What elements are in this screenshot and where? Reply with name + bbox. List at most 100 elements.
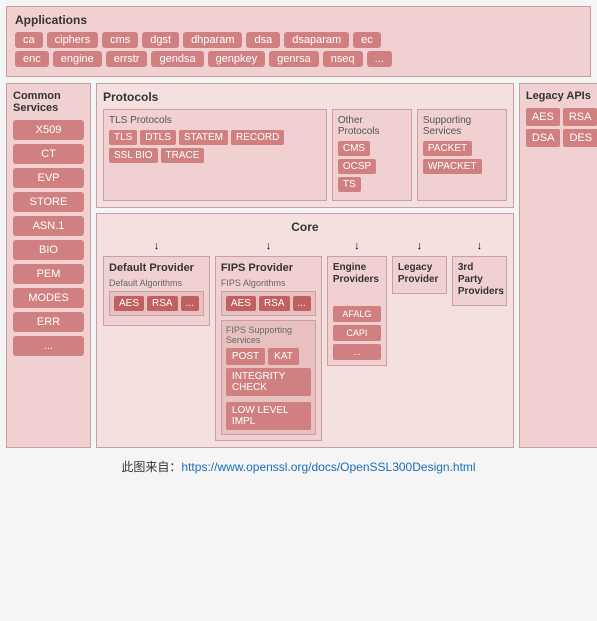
app-tag-engine[interactable]: engine: [53, 51, 102, 67]
fips-supporting-box: FIPS Supporting Services POST KAT INTEGR…: [221, 320, 316, 435]
service-err[interactable]: ERR: [13, 312, 84, 332]
proto-sslbio[interactable]: SSL BIO: [109, 148, 158, 163]
thirdparty-provider-box: 3rd Party Providers: [452, 256, 507, 306]
app-tag-dhparam[interactable]: dhparam: [183, 32, 242, 48]
supporting-row2: WPACKET: [423, 159, 501, 174]
tls-row1: TLS DTLS STATEM RECORD: [109, 130, 321, 145]
engine-providers-title: Engine Providers: [333, 262, 381, 286]
app-tag-more[interactable]: ...: [367, 51, 392, 67]
protocols-section: Protocols TLS Protocols TLS DTLS STATEM …: [96, 83, 514, 208]
legacy-dsa[interactable]: DSA: [526, 129, 561, 147]
other-row1: CMS OCSP: [338, 141, 406, 174]
arrow-legacy: ↓: [392, 240, 447, 252]
tls-row2: SSL BIO TRACE: [109, 148, 321, 163]
proto-dtls[interactable]: DTLS: [140, 130, 176, 145]
applications-row1: ca ciphers cms dgst dhparam dsa dsaparam…: [15, 32, 582, 48]
default-more[interactable]: ...: [181, 296, 199, 311]
legacy-rsa[interactable]: RSA: [563, 108, 597, 126]
service-evp[interactable]: EVP: [13, 168, 84, 188]
service-bio[interactable]: BIO: [13, 240, 84, 260]
legacy-des[interactable]: DES: [563, 129, 597, 147]
legacy-apis-panel: Legacy APIs AES RSA DH DSA DES ...: [519, 83, 597, 448]
service-modes[interactable]: MODES: [13, 288, 84, 308]
app-tag-ec[interactable]: ec: [353, 32, 381, 48]
arrow-fips: ↓: [215, 240, 322, 252]
app-tag-ciphers[interactable]: ciphers: [47, 32, 98, 48]
protocols-title: Protocols: [103, 90, 507, 104]
default-provider-subtitle: Default Algorithms: [109, 278, 204, 288]
fips-more[interactable]: ...: [293, 296, 311, 311]
engine-tags: AFALG CAPI ...: [333, 306, 381, 360]
arrow-default: ↓: [103, 240, 210, 252]
app-tag-dsa[interactable]: dsa: [246, 32, 280, 48]
app-tag-dgst[interactable]: dgst: [142, 32, 179, 48]
footer-text: 此图来自：: [121, 460, 181, 474]
app-tag-errstr[interactable]: errstr: [106, 51, 148, 67]
app-tag-genpkey[interactable]: genpkey: [208, 51, 266, 67]
fips-lowlevel[interactable]: LOW LEVEL IMPL: [226, 402, 311, 430]
content-area: Common Services X509 CT EVP STORE ASN.1 …: [6, 83, 591, 448]
fips-provider-subtitle: FIPS Algorithms: [221, 278, 316, 288]
service-more[interactable]: ...: [13, 336, 84, 356]
proto-statem[interactable]: STATEM: [179, 130, 228, 145]
service-ct[interactable]: CT: [13, 144, 84, 164]
applications-title: Applications: [15, 13, 582, 27]
fips-algos: AES RSA ...: [226, 296, 311, 311]
proto-wpacket[interactable]: WPACKET: [423, 159, 482, 174]
main-container: Applications ca ciphers cms dgst dhparam…: [0, 0, 597, 485]
app-tag-gendsa[interactable]: gendsa: [151, 51, 203, 67]
app-tag-genrsa[interactable]: genrsa: [269, 51, 319, 67]
app-tag-dsaparam[interactable]: dsaparam: [284, 32, 349, 48]
service-pem[interactable]: PEM: [13, 264, 84, 284]
default-aes[interactable]: AES: [114, 296, 144, 311]
fips-provider-box: FIPS Provider FIPS Algorithms AES RSA ..…: [215, 256, 322, 441]
core-label: Core: [103, 220, 507, 234]
proto-ocsp[interactable]: OCSP: [338, 159, 376, 174]
other-protocols-group: Other Protocols CMS OCSP TS: [332, 109, 412, 201]
protocols-inner: TLS Protocols TLS DTLS STATEM RECORD SSL…: [103, 109, 507, 201]
supporting-services-title: Supporting Services: [423, 115, 501, 137]
default-algos: AES RSA ...: [114, 296, 199, 311]
legacy-provider-box: Legacy Provider: [392, 256, 447, 294]
thirdparty-provider-title: 3rd Party Providers: [458, 262, 501, 298]
fips-rsa[interactable]: RSA: [259, 296, 290, 311]
proto-packet[interactable]: PACKET: [423, 141, 472, 156]
fips-aes[interactable]: AES: [226, 296, 256, 311]
tls-protocols-title: TLS Protocols: [109, 115, 321, 126]
app-tag-ca[interactable]: ca: [15, 32, 43, 48]
fips-algo-box: AES RSA ...: [221, 291, 316, 316]
app-tag-nseq[interactable]: nseq: [323, 51, 363, 67]
common-services-panel: Common Services X509 CT EVP STORE ASN.1 …: [6, 83, 91, 448]
proto-trace[interactable]: TRACE: [161, 148, 205, 163]
service-asn1[interactable]: ASN.1: [13, 216, 84, 236]
engine-afalg[interactable]: AFALG: [333, 306, 381, 322]
fips-supporting-tags: POST KAT: [226, 348, 311, 365]
default-provider-box: Default Provider Default Algorithms AES …: [103, 256, 210, 326]
engine-capi[interactable]: CAPI: [333, 325, 381, 341]
fips-kat[interactable]: KAT: [268, 348, 299, 365]
fips-integrity[interactable]: INTEGRITY CHECK: [226, 368, 311, 396]
footer-link[interactable]: https://www.openssl.org/docs/OpenSSL300D…: [181, 460, 475, 474]
legacy-row2: DSA DES ...: [526, 129, 592, 147]
fips-post[interactable]: POST: [226, 348, 265, 365]
default-provider-title: Default Provider: [109, 262, 204, 274]
footer: 此图来自：https://www.openssl.org/docs/OpenSS…: [6, 454, 591, 479]
engine-more[interactable]: ...: [333, 344, 381, 360]
proto-record[interactable]: RECORD: [231, 130, 284, 145]
supporting-row1: PACKET: [423, 141, 501, 156]
service-store[interactable]: STORE: [13, 192, 84, 212]
legacy-row1: AES RSA DH: [526, 108, 592, 126]
legacy-aes[interactable]: AES: [526, 108, 560, 126]
fips-supporting-title: FIPS Supporting Services: [226, 325, 311, 345]
legacy-apis-title: Legacy APIs: [526, 90, 592, 102]
default-rsa[interactable]: RSA: [147, 296, 178, 311]
app-tag-cms[interactable]: cms: [102, 32, 138, 48]
proto-tls[interactable]: TLS: [109, 130, 137, 145]
app-tag-enc[interactable]: enc: [15, 51, 49, 67]
applications-row2: enc engine errstr gendsa genpkey genrsa …: [15, 51, 582, 67]
service-x509[interactable]: X509: [13, 120, 84, 140]
fips-provider-title: FIPS Provider: [221, 262, 316, 274]
providers-row: Default Provider Default Algorithms AES …: [103, 256, 507, 441]
proto-ts[interactable]: TS: [338, 177, 361, 192]
proto-cms[interactable]: CMS: [338, 141, 370, 156]
